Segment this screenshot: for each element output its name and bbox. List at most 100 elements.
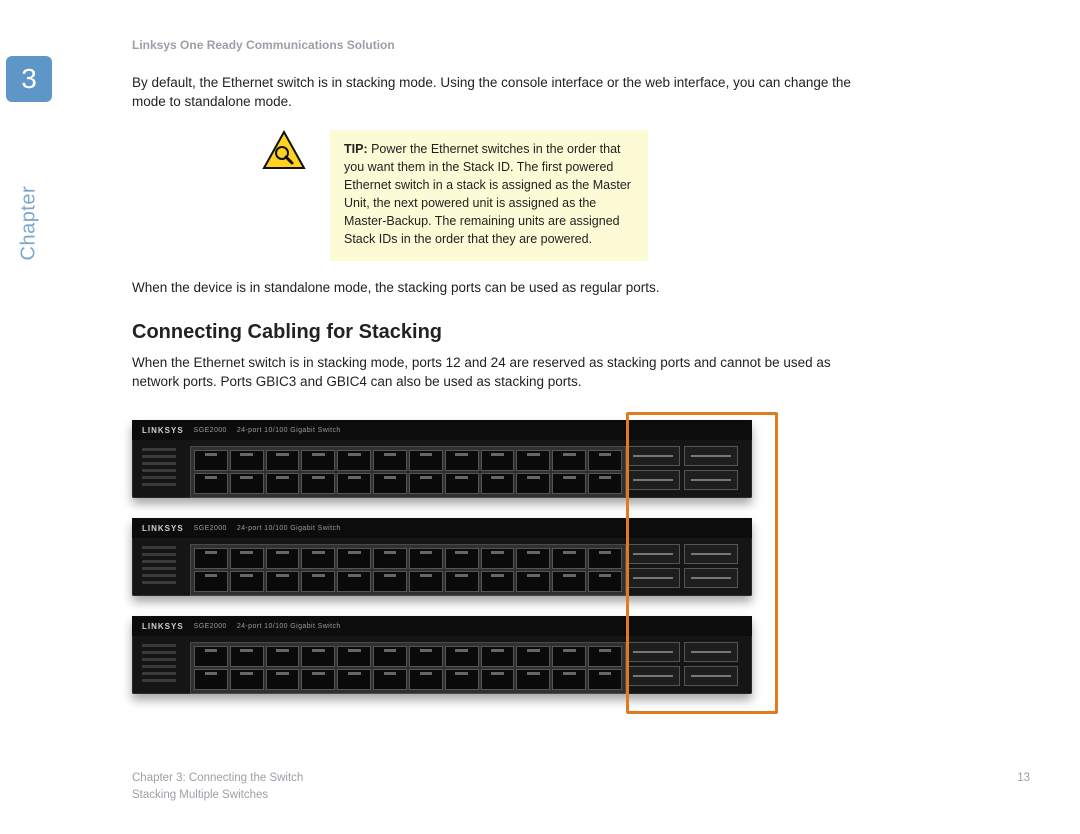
rj45-port [588, 473, 622, 494]
switch-stack-figure: LINKSYS SGE2000 24-port 10/100 Gigabit S… [132, 420, 902, 710]
rj45-port [409, 669, 443, 690]
footer-left: Chapter 3: Connecting the Switch Stackin… [132, 770, 303, 805]
switch-led-panel [142, 644, 176, 684]
rj45-port [445, 548, 479, 569]
highlight-box [626, 412, 778, 714]
content-area: Linksys One Ready Communications Solutio… [132, 38, 1030, 710]
rj45-port [373, 669, 407, 690]
rj45-port [445, 450, 479, 471]
rj45-port [301, 473, 335, 494]
rj45-port [588, 571, 622, 592]
switch-port-bank [190, 642, 626, 694]
switch-brand: LINKSYS [142, 426, 184, 435]
rj45-port [481, 571, 515, 592]
rj45-port [409, 646, 443, 667]
rj45-port [445, 669, 479, 690]
switch-port-bank [190, 446, 626, 498]
rj45-port [337, 571, 371, 592]
rj45-port [552, 571, 586, 592]
switch-desc: 24-port 10/100 Gigabit Switch [237, 525, 341, 532]
rj45-port [373, 646, 407, 667]
rj45-port [552, 669, 586, 690]
rj45-port [373, 571, 407, 592]
rj45-port [588, 548, 622, 569]
rj45-port [194, 450, 228, 471]
rj45-port [445, 571, 479, 592]
chapter-side-tab: 3 Chapter [6, 56, 52, 316]
rj45-port [266, 450, 300, 471]
rj45-port [194, 473, 228, 494]
rj45-port [337, 548, 371, 569]
rj45-port [481, 669, 515, 690]
rj45-port [301, 646, 335, 667]
rj45-port [230, 548, 264, 569]
rj45-port [230, 669, 264, 690]
rj45-port [301, 571, 335, 592]
rj45-port [481, 473, 515, 494]
switch-model: SGE2000 [194, 525, 227, 532]
switch-desc: 24-port 10/100 Gigabit Switch [237, 623, 341, 630]
rj45-port [301, 450, 335, 471]
rj45-port [373, 473, 407, 494]
rj45-port [552, 473, 586, 494]
rj45-port [266, 473, 300, 494]
chapter-number: 3 [21, 63, 37, 95]
rj45-port [588, 450, 622, 471]
rj45-port [445, 473, 479, 494]
rj45-port [445, 646, 479, 667]
rj45-port [552, 548, 586, 569]
rj45-port [516, 450, 550, 471]
rj45-port [337, 646, 371, 667]
rj45-port [301, 548, 335, 569]
rj45-port [230, 450, 264, 471]
rj45-port [516, 548, 550, 569]
switch-brand: LINKSYS [142, 622, 184, 631]
rj45-port [516, 669, 550, 690]
standalone-paragraph: When the device is in standalone mode, t… [132, 279, 852, 298]
rj45-port [409, 450, 443, 471]
rj45-port [194, 571, 228, 592]
rj45-port [481, 646, 515, 667]
rj45-port [552, 450, 586, 471]
rj45-port [337, 450, 371, 471]
rj45-port [588, 646, 622, 667]
rj45-port [337, 473, 371, 494]
rj45-port [301, 669, 335, 690]
rj45-port [552, 646, 586, 667]
rj45-port [409, 548, 443, 569]
tip-text: Power the Ethernet switches in the order… [344, 142, 631, 247]
footer-section: Stacking Multiple Switches [132, 787, 303, 804]
running-header: Linksys One Ready Communications Solutio… [132, 38, 1030, 52]
page-footer: Chapter 3: Connecting the Switch Stackin… [132, 770, 1030, 805]
rj45-port [266, 548, 300, 569]
rj45-port [373, 548, 407, 569]
section-body: When the Ethernet switch is in stacking … [132, 354, 852, 392]
rj45-port [481, 548, 515, 569]
rj45-port [266, 571, 300, 592]
tip-callout: TIP: Power the Ethernet switches in the … [262, 130, 822, 261]
tip-box: TIP: Power the Ethernet switches in the … [330, 130, 648, 261]
switch-desc: 24-port 10/100 Gigabit Switch [237, 427, 341, 434]
switch-led-panel [142, 546, 176, 586]
rj45-port [337, 669, 371, 690]
chapter-number-badge: 3 [6, 56, 52, 102]
document-page: 3 Chapter Linksys One Ready Communicatio… [0, 0, 1080, 834]
rj45-port [194, 669, 228, 690]
footer-chapter: Chapter 3: Connecting the Switch [132, 770, 303, 787]
section-heading: Connecting Cabling for Stacking [132, 321, 1030, 344]
rj45-port [266, 669, 300, 690]
switch-model: SGE2000 [194, 623, 227, 630]
rj45-port [194, 548, 228, 569]
rj45-port [481, 450, 515, 471]
rj45-port [266, 646, 300, 667]
rj45-port [516, 473, 550, 494]
switch-brand: LINKSYS [142, 524, 184, 533]
tip-label: TIP: [344, 142, 368, 156]
switch-port-bank [190, 544, 626, 596]
rj45-port [373, 450, 407, 471]
rj45-port [230, 646, 264, 667]
chapter-label: Chapter [18, 215, 41, 261]
intro-paragraph: By default, the Ethernet switch is in st… [132, 74, 852, 112]
switch-model: SGE2000 [194, 427, 227, 434]
magnifier-warning-icon [262, 130, 306, 170]
